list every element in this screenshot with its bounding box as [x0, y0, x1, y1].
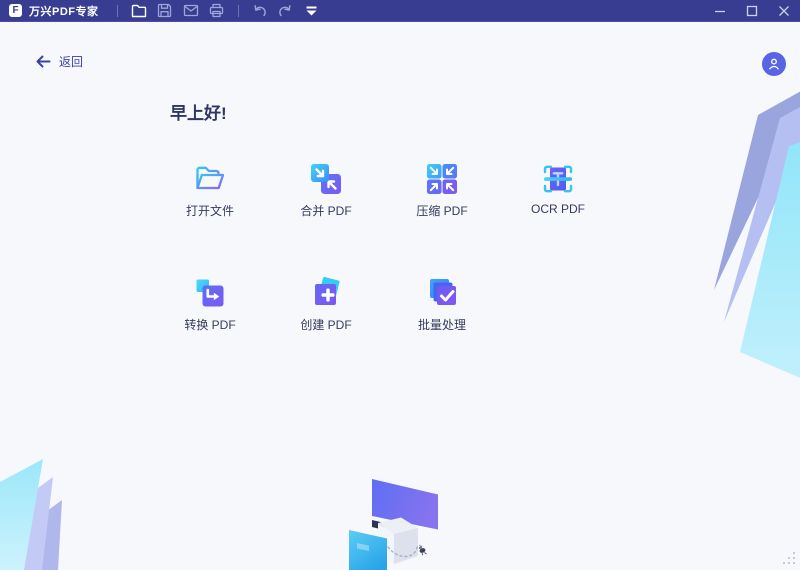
batch-process-icon [430, 279, 456, 305]
feature-merge-pdf[interactable]: 合并 PDF [268, 153, 384, 267]
feature-label: 打开文件 [185, 204, 234, 218]
back-button[interactable]: 返回 [36, 53, 83, 70]
app-title: 万兴PDF专家 [29, 5, 99, 18]
feature-convert-pdf[interactable]: 转换 PDF [152, 267, 268, 381]
save-icon[interactable] [152, 0, 178, 22]
feature-label: 压缩 PDF [416, 204, 468, 218]
back-arrow-icon [36, 55, 51, 68]
collapse-toolbar-icon[interactable] [299, 0, 325, 22]
folder-open-icon[interactable] [126, 0, 152, 22]
toolbar-divider [237, 4, 239, 17]
close-button[interactable] [768, 0, 800, 22]
resize-grip [782, 552, 795, 565]
maximize-button[interactable] [736, 0, 768, 22]
title-bar: F 万兴PDF专家 [0, 0, 800, 22]
feature-label: 批量处理 [417, 318, 466, 332]
email-icon[interactable] [178, 0, 204, 22]
open-file-icon [196, 166, 225, 190]
create-pdf-icon [315, 277, 340, 305]
user-icon [769, 58, 779, 70]
feature-grid: 打开文件 合并 PDF 压缩 PDF OCR PDF 转换 PDF 创建 PDF… [152, 153, 616, 381]
empty-drawer-illustration [349, 479, 438, 570]
undo-icon[interactable] [247, 0, 273, 22]
feature-label: 转换 PDF [184, 318, 236, 332]
feature-create-pdf[interactable]: 创建 PDF [268, 267, 384, 381]
feature-label: 创建 PDF [300, 318, 352, 332]
app-logo-icon: F [9, 4, 22, 17]
convert-pdf-icon [196, 279, 224, 307]
greeting-text: 早上好! [170, 104, 227, 123]
ocr-pdf-icon [543, 165, 573, 193]
feature-label: OCR PDF [531, 202, 585, 216]
compress-pdf-icon [427, 164, 457, 194]
merge-pdf-icon [311, 164, 341, 194]
print-icon[interactable] [204, 0, 230, 22]
redo-icon[interactable] [273, 0, 299, 22]
feature-batch-process[interactable]: 批量处理 [384, 267, 500, 381]
toolbar-divider [116, 4, 118, 17]
minimize-button[interactable] [704, 0, 736, 22]
main-content: 返回 早上好! 打开文件 合并 PDF 压缩 PDF OCR PDF 转换 PD… [0, 23, 800, 570]
feature-ocr-pdf[interactable]: OCR PDF [500, 153, 616, 267]
feature-label: 合并 PDF [300, 204, 352, 218]
account-avatar[interactable] [762, 52, 786, 76]
feature-compress-pdf[interactable]: 压缩 PDF [384, 153, 500, 267]
back-label: 返回 [59, 55, 84, 69]
app-window: F 万兴PDF专家 返回 早上好! 打开文件 合并 PDF 压缩 PDF OCR… [0, 0, 800, 570]
feature-open-file[interactable]: 打开文件 [152, 153, 268, 267]
